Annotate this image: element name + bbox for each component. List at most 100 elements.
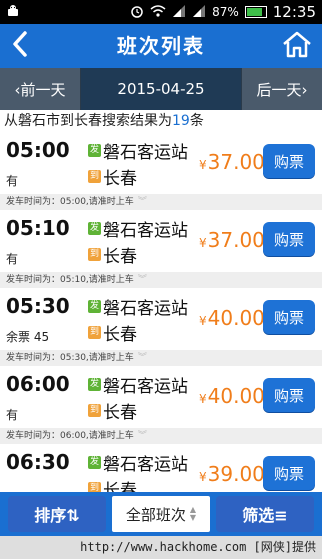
ticket-price: ¥37.00 [199, 228, 265, 252]
wifi-icon [150, 4, 166, 21]
battery-percent: 87% [212, 5, 239, 19]
price-value: 37.00 [207, 228, 265, 252]
page-title: 班次列表 [117, 34, 205, 58]
home-icon [281, 30, 313, 62]
from-station-name: 磐石客运站 [103, 455, 188, 475]
arrive-badge: 到 [88, 248, 101, 261]
departure-time: 05:10 [6, 216, 70, 240]
trip-item[interactable]: 05:30 余票 45 发磐石客运站 到长春 ¥40.00 购票 发车时间为：0… [0, 288, 322, 366]
battery-icon [244, 6, 267, 18]
android-icon [6, 4, 20, 21]
buy-ticket-button[interactable]: 购票 [263, 144, 315, 178]
result-count: 19 [172, 113, 190, 129]
buy-ticket-button[interactable]: 购票 [263, 300, 315, 334]
expand-chevron-icon: ︾ [137, 197, 147, 207]
departure-note: 发车时间为：05:10,请准时上车 ︾ [0, 272, 322, 288]
status-right: 87% 12:35 [130, 0, 316, 24]
updown-arrow-icon: ▲ ▼ [189, 505, 197, 522]
price-value: 37.00 [207, 150, 265, 174]
price-value: 39.00 [207, 462, 265, 486]
depart-badge: 发 [88, 456, 101, 469]
arrive-badge: 到 [88, 170, 101, 183]
buy-ticket-button[interactable]: 购票 [263, 456, 315, 490]
to-station: 到长春 [88, 476, 137, 492]
to-station: 到长春 [88, 164, 137, 189]
to-station: 到长春 [88, 242, 137, 267]
depart-badge: 发 [88, 378, 101, 391]
all-trips-selector[interactable]: 全部班次 ▲ ▼ [112, 496, 210, 532]
ticket-price: ¥40.00 [199, 384, 265, 408]
departure-time: 05:00 [6, 138, 70, 162]
expand-chevron-icon: ︾ [137, 275, 147, 285]
status-left [6, 4, 20, 21]
departure-time: 06:30 [6, 450, 70, 474]
departure-time: 05:30 [6, 294, 70, 318]
from-station: 发磐石客运站 [88, 138, 188, 163]
from-station: 发磐石客运站 [88, 216, 188, 241]
ticket-price: ¥40.00 [199, 306, 265, 330]
to-station-name: 长春 [103, 247, 137, 267]
ticket-availability: 有 [6, 252, 19, 266]
clock: 12:35 [272, 3, 316, 21]
from-station-name: 磐石客运站 [103, 299, 188, 319]
date-navigation: ‹前一天 2015-04-25 后一天› [0, 68, 322, 110]
watermark: http://www.hackhome.com [网侠]提供 [0, 536, 322, 559]
status-bar: 87% 12:35 [0, 0, 322, 24]
buy-ticket-button[interactable]: 购票 [263, 378, 315, 412]
arrive-badge: 到 [88, 326, 101, 339]
currency-symbol: ¥ [199, 392, 207, 406]
trip-item[interactable]: 06:30 发磐石客运站 到长春 ¥39.00 购票 [0, 444, 322, 492]
ticket-price: ¥37.00 [199, 150, 265, 174]
from-station-name: 磐石客运站 [103, 221, 188, 241]
departure-note: 发车时间为：06:00,请准时上车 ︾ [0, 428, 322, 444]
selected-date[interactable]: 2015-04-25 [81, 68, 241, 110]
summary-prefix: 从磐石市到长春搜索结果为 [4, 113, 172, 129]
ticket-availability: 有 [6, 174, 19, 188]
trip-item[interactable]: 06:00 有 发磐石客运站 到长春 ¥40.00 购票 发车时间为：06:00… [0, 366, 322, 444]
depart-badge: 发 [88, 144, 101, 157]
arrive-badge: 到 [88, 482, 101, 492]
ticket-availability: 余票 45 [6, 330, 50, 344]
to-station-name: 长春 [103, 325, 137, 345]
sort-button[interactable]: 排序⇅ [8, 496, 106, 532]
price-value: 40.00 [207, 384, 265, 408]
departure-time: 06:00 [6, 372, 70, 396]
from-station-name: 磐石客运站 [103, 377, 188, 397]
from-station: 发磐石客运站 [88, 372, 188, 397]
signal-icon [172, 4, 186, 21]
buy-ticket-button[interactable]: 购票 [263, 222, 315, 256]
to-station: 到长春 [88, 398, 137, 423]
next-day-button[interactable]: 后一天› [241, 68, 322, 110]
expand-chevron-icon: ︾ [137, 353, 147, 363]
home-button[interactable] [280, 30, 314, 62]
departure-note: 发车时间为：05:00,请准时上车 ︾ [0, 194, 322, 210]
currency-symbol: ¥ [199, 314, 207, 328]
ticket-availability: 有 [6, 408, 19, 422]
to-station: 到长春 [88, 320, 137, 345]
from-station: 发磐石客运站 [88, 450, 188, 475]
expand-chevron-icon: ︾ [137, 431, 147, 441]
currency-symbol: ¥ [199, 236, 207, 250]
alarm-icon [130, 4, 144, 21]
trip-item[interactable]: 05:10 有 发磐石客运站 到长春 ¥37.00 购票 发车时间为：05:10… [0, 210, 322, 288]
currency-symbol: ¥ [199, 158, 207, 172]
app-header: 班次列表 [0, 24, 322, 68]
app-screen: 87% 12:35 班次列表 ‹前一天 2015-04-25 后一天› 从磐石市… [0, 0, 322, 559]
depart-badge: 发 [88, 300, 101, 313]
departure-note-text: 发车时间为：05:30,请准时上车 [6, 353, 134, 363]
price-value: 40.00 [207, 306, 265, 330]
depart-badge: 发 [88, 222, 101, 235]
from-station-name: 磐石客运站 [103, 143, 188, 163]
departure-note: 发车时间为：05:30,请准时上车 ︾ [0, 350, 322, 366]
departure-note-text: 发车时间为：06:00,请准时上车 [6, 431, 134, 441]
filter-button[interactable]: 筛选≡ [216, 496, 314, 532]
all-trips-label: 全部班次 [125, 505, 186, 524]
search-summary: 从磐石市到长春搜索结果为19条 [0, 110, 322, 132]
summary-suffix: 条 [189, 113, 204, 129]
to-station-name: 长春 [103, 403, 137, 423]
arrive-badge: 到 [88, 404, 101, 417]
to-station-name: 长春 [103, 481, 137, 492]
trip-item[interactable]: 05:00 有 发磐石客运站 到长春 ¥37.00 购票 发车时间为：05:00… [0, 132, 322, 210]
prev-day-button[interactable]: ‹前一天 [0, 68, 81, 110]
departure-note-text: 发车时间为：05:00,请准时上车 [6, 197, 134, 207]
